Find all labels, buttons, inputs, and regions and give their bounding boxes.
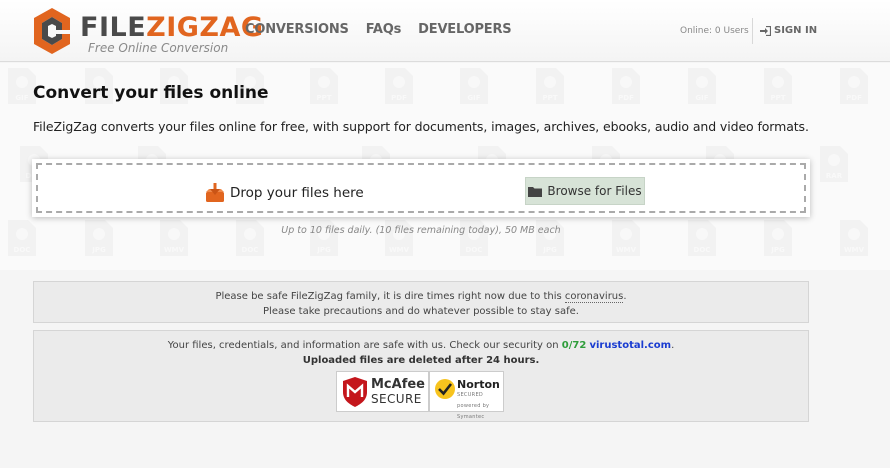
upload-limits-text: Up to 10 files daily. (10 files remainin…	[281, 225, 561, 236]
file-type-gif-icon: GIF	[460, 68, 488, 104]
svg-text:WMV: WMV	[164, 246, 185, 254]
svg-text:WMV: WMV	[389, 246, 410, 254]
covid-notice-line2: Please take precautions and do whatever …	[263, 306, 579, 317]
svg-text:DOC: DOC	[694, 246, 711, 254]
svg-text:DOC: DOC	[242, 246, 259, 254]
svg-text:WMV: WMV	[844, 246, 865, 254]
sign-in-link[interactable]: SIGN IN	[760, 25, 817, 36]
page-title: Convert your files online	[33, 83, 269, 103]
logo-wordmark: FILEZIGZAG	[80, 12, 264, 43]
download-box-icon	[206, 183, 224, 202]
file-deletion-note: Uploaded files are deleted after 24 hour…	[302, 355, 540, 366]
mcafee-text: McAfee SECURE	[371, 377, 425, 407]
svg-text:PDF: PDF	[391, 94, 407, 102]
svg-text:GIF: GIF	[467, 94, 480, 102]
svg-text:JPG: JPG	[770, 246, 785, 254]
file-type-ppt-icon: PPT	[310, 68, 338, 104]
coronavirus-link[interactable]: coronavirus	[564, 291, 624, 303]
virustotal-score[interactable]: 0/72	[562, 340, 587, 351]
svg-text:RAR: RAR	[826, 172, 843, 180]
norton-secured-badge[interactable]: Norton SECURED powered by Symantec	[429, 371, 504, 420]
folder-icon	[528, 186, 543, 197]
svg-text:WMV: WMV	[616, 246, 637, 254]
security-notice: Your files, credentials, and information…	[33, 330, 809, 422]
file-type-wmv-icon: WMV	[840, 220, 868, 256]
svg-text:PDF: PDF	[846, 94, 862, 102]
file-type-gif-icon: GIF	[8, 68, 36, 104]
site-logo[interactable]: FILEZIGZAG Free Online Conversion	[32, 6, 263, 56]
browse-files-label: Browse for Files	[547, 184, 642, 198]
svg-text:PDF: PDF	[618, 94, 634, 102]
file-type-rar-icon: RAR	[820, 146, 848, 182]
zigzag-logo-icon	[34, 8, 70, 54]
nav-developers[interactable]: DEVELOPERS	[418, 22, 511, 37]
svg-text:GIF: GIF	[15, 94, 28, 102]
sign-in-icon	[760, 25, 771, 36]
svg-text:JPG: JPG	[91, 246, 106, 254]
page-description: FileZigZag converts your files online fo…	[33, 119, 809, 134]
hero-section: GIFPPTPDFGIFPPTPDFGIFPPTPDFGIFPPTPDFDOCJ…	[0, 63, 890, 270]
file-type-ppt-icon: PPT	[536, 68, 564, 104]
security-badges: McAfee SECURE Norton SECURED powered by …	[336, 371, 504, 420]
norton-checkmark-icon	[435, 379, 455, 399]
mcafee-secure-badge[interactable]: McAfee SECURE	[336, 371, 429, 412]
file-type-pdf-icon: PDF	[612, 68, 640, 104]
site-header: FILEZIGZAG Free Online Conversion CONVER…	[0, 0, 890, 62]
sign-in-label: SIGN IN	[774, 25, 818, 36]
dropzone-border: Drop your files here Browse for Files	[36, 163, 806, 213]
mcafee-shield-icon	[343, 377, 367, 407]
logo-tagline: Free Online Conversion	[88, 41, 229, 55]
drop-files-label: Drop your files here	[230, 185, 364, 201]
file-type-pdf-icon: PDF	[385, 68, 413, 104]
file-type-ppt-icon: PPT	[764, 68, 792, 104]
browse-files-button[interactable]: Browse for Files	[525, 177, 645, 205]
svg-text:PPT: PPT	[770, 94, 785, 102]
svg-text:DOC: DOC	[14, 246, 31, 254]
svg-text:JPG: JPG	[316, 246, 331, 254]
online-users-status: Online: 0 Users	[680, 26, 749, 36]
svg-text:PPT: PPT	[316, 94, 331, 102]
file-type-gif-icon: GIF	[688, 68, 716, 104]
file-type-pdf-icon: PDF	[840, 68, 868, 104]
nav-conversions[interactable]: CONVERSIONS	[245, 22, 349, 37]
security-notice-line1: Your files, credentials, and information…	[167, 340, 675, 351]
header-divider	[752, 18, 753, 44]
svg-text:DOC: DOC	[466, 246, 483, 254]
covid-notice-line1: Please be safe FileZigZag family, it is …	[215, 291, 627, 303]
file-dropzone[interactable]: Drop your files here Browse for Files	[32, 159, 810, 217]
norton-text: Norton SECURED powered by Symantec	[457, 378, 500, 420]
main-nav: CONVERSIONS FAQs DEVELOPERS	[245, 22, 512, 37]
covid-notice: Please be safe FileZigZag family, it is …	[33, 281, 809, 323]
svg-text:JPG: JPG	[542, 246, 557, 254]
virustotal-link[interactable]: virustotal.com	[589, 340, 671, 351]
svg-text:PPT: PPT	[542, 94, 557, 102]
svg-text:GIF: GIF	[695, 94, 708, 102]
nav-faqs[interactable]: FAQs	[366, 22, 402, 37]
